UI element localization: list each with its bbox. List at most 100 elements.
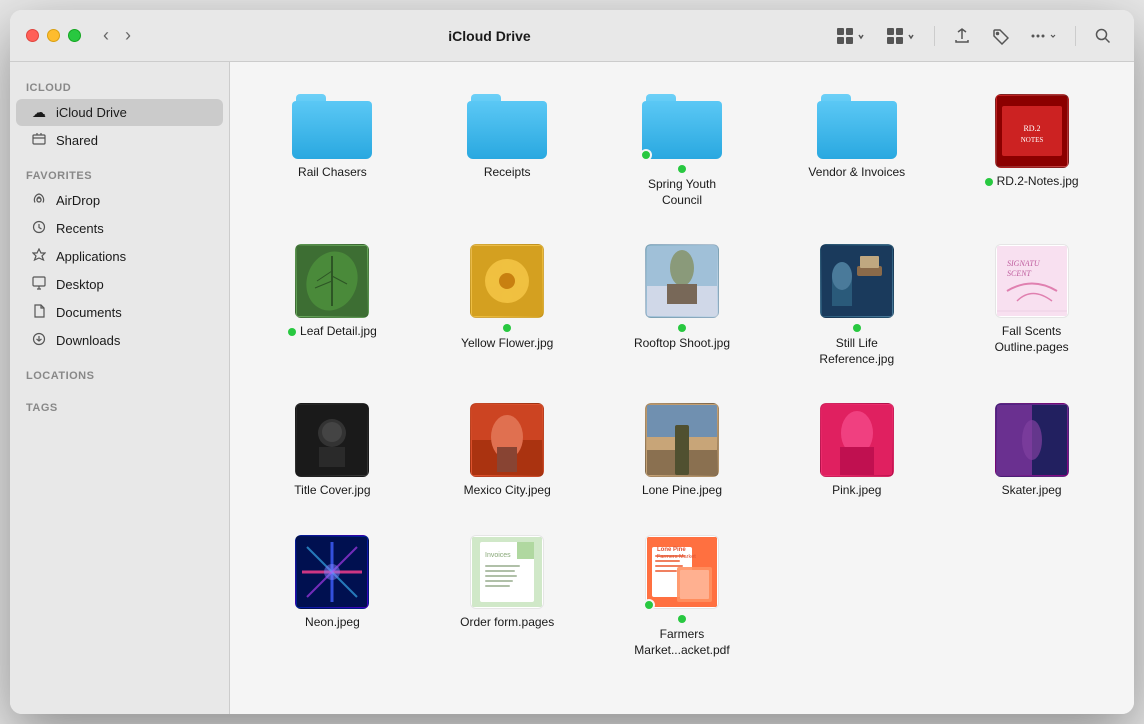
svg-text:Farmers Market: Farmers Market — [657, 554, 696, 560]
documents-icon — [30, 304, 48, 321]
locations-section-header: Locations — [10, 362, 229, 386]
file-item-rd-notes[interactable]: RD.2 NOTES RD.2-Notes.jpg — [949, 86, 1114, 216]
file-name: Rail Chasers — [298, 165, 367, 181]
file-item-title-cover[interactable]: Title Cover.jpg — [250, 395, 415, 507]
folder-icon — [292, 94, 372, 159]
file-icon-wrapper: Lone Pine Farmers Market — [645, 535, 719, 609]
group-view-button[interactable] — [880, 23, 922, 49]
file-name: Title Cover.jpg — [294, 483, 370, 499]
file-item-receipts[interactable]: Receipts — [425, 86, 590, 216]
share-button[interactable] — [947, 23, 977, 49]
file-icon-wrapper — [995, 403, 1069, 477]
file-name: Farmers Market...acket.pdf — [632, 615, 732, 658]
folder-icon-wrapper — [817, 94, 897, 159]
sidebar-item-shared[interactable]: Shared — [16, 127, 223, 154]
file-name-text: Lone Pine.jpeg — [642, 483, 722, 499]
sidebar-item-airdrop[interactable]: AirDrop — [16, 187, 223, 214]
file-name: Neon.jpeg — [305, 615, 360, 631]
file-thumbnail: RD.2 NOTES — [995, 94, 1069, 168]
file-name-text: Order form.pages — [460, 615, 554, 631]
file-item-still-life[interactable]: Still Life Reference.jpg — [774, 236, 939, 375]
file-icon-wrapper — [470, 244, 544, 318]
main-content: Rail Chasers Receipts — [230, 62, 1134, 714]
file-name-text: Rail Chasers — [298, 165, 367, 181]
folder-body — [467, 101, 547, 159]
file-item-order-form[interactable]: Invoices Order form.pages — [425, 527, 590, 666]
finder-window: ‹ › iCloud Drive — [10, 10, 1134, 714]
folder-icon-wrapper — [467, 94, 547, 159]
file-name-text: Receipts — [484, 165, 531, 181]
airdrop-icon — [30, 192, 48, 209]
file-name: Leaf Detail.jpg — [288, 324, 377, 340]
svg-text:SCENT: SCENT — [1007, 269, 1032, 278]
file-icon-wrapper — [470, 403, 544, 477]
file-item-rail-chasers[interactable]: Rail Chasers — [250, 86, 415, 216]
files-grid: Rail Chasers Receipts — [250, 86, 1114, 666]
file-item-farmers-market[interactable]: Lone Pine Farmers Market Farmers Market.… — [600, 527, 765, 666]
back-button[interactable]: ‹ — [97, 23, 115, 48]
file-thumbnail — [470, 244, 544, 318]
svg-text:NOTES: NOTES — [1020, 136, 1043, 144]
toolbar — [830, 23, 1118, 49]
sidebar-item-desktop[interactable]: Desktop — [16, 271, 223, 298]
grid-view-button[interactable] — [830, 23, 872, 49]
file-name: Fall Scents Outline.pages — [982, 324, 1082, 355]
file-item-vendor-invoices[interactable]: Vendor & Invoices — [774, 86, 939, 216]
file-name-text: RD.2-Notes.jpg — [997, 174, 1079, 190]
sidebar-item-recents[interactable]: Recents — [16, 215, 223, 242]
file-item-leaf-detail[interactable]: Leaf Detail.jpg — [250, 236, 415, 375]
file-icon-wrapper: Invoices — [470, 535, 544, 609]
file-item-rooftop-shoot[interactable]: Rooftop Shoot.jpg — [600, 236, 765, 375]
sync-dot — [678, 324, 686, 332]
window-title: iCloud Drive — [149, 28, 830, 44]
shared-icon — [30, 132, 48, 149]
downloads-icon — [30, 332, 48, 349]
file-thumbnail — [995, 403, 1069, 477]
minimize-button[interactable] — [47, 29, 60, 42]
file-item-skater[interactable]: Skater.jpeg — [949, 395, 1114, 507]
file-item-yellow-flower[interactable]: Yellow Flower.jpg — [425, 236, 590, 375]
file-name-text: Fall Scents Outline.pages — [982, 324, 1082, 355]
file-item-neon[interactable]: Neon.jpeg — [250, 527, 415, 666]
file-thumbnail — [470, 403, 544, 477]
maximize-button[interactable] — [68, 29, 81, 42]
file-name: Vendor & Invoices — [808, 165, 905, 181]
sync-indicator — [640, 149, 652, 161]
file-icon-wrapper — [820, 244, 894, 318]
sync-dot — [503, 324, 511, 332]
file-name: Rooftop Shoot.jpg — [632, 324, 732, 352]
recents-label: Recents — [56, 221, 104, 236]
sidebar-item-applications[interactable]: Applications — [16, 243, 223, 270]
file-item-mexico-city[interactable]: Mexico City.jpeg — [425, 395, 590, 507]
sidebar-item-documents[interactable]: Documents — [16, 299, 223, 326]
nav-buttons: ‹ › — [97, 23, 137, 48]
icloud-section-header: iCloud — [10, 74, 229, 98]
sidebar-item-downloads[interactable]: Downloads — [16, 327, 223, 354]
more-button[interactable] — [1023, 23, 1063, 49]
file-icon-wrapper — [645, 244, 719, 318]
applications-label: Applications — [56, 249, 126, 264]
sync-indicator — [643, 599, 655, 611]
file-thumbnail: Lone Pine Farmers Market — [645, 535, 719, 609]
file-name-text: Mexico City.jpeg — [464, 483, 551, 499]
sync-dot — [678, 615, 686, 623]
file-item-pink[interactable]: Pink.jpeg — [774, 395, 939, 507]
folder-icon — [467, 94, 547, 159]
file-item-lone-pine[interactable]: Lone Pine.jpeg — [600, 395, 765, 507]
file-item-spring-youth[interactable]: Spring Youth Council — [600, 86, 765, 216]
search-button[interactable] — [1088, 23, 1118, 49]
file-name: Skater.jpeg — [1002, 483, 1062, 499]
file-item-fall-scents[interactable]: SIGNATU SCENT Fall Scents Outline.pages — [949, 236, 1114, 375]
close-button[interactable] — [26, 29, 39, 42]
traffic-lights — [26, 29, 81, 42]
sync-dot — [985, 178, 993, 186]
forward-button[interactable]: › — [119, 23, 137, 48]
file-thumbnail — [645, 403, 719, 477]
folder-body — [642, 101, 722, 159]
sidebar-item-icloud-drive[interactable]: ☁ iCloud Drive — [16, 99, 223, 126]
tag-button[interactable] — [985, 23, 1015, 49]
sync-dot — [853, 324, 861, 332]
desktop-label: Desktop — [56, 277, 104, 292]
file-name-text: Still Life Reference.jpg — [807, 336, 907, 367]
file-icon-wrapper — [295, 535, 369, 609]
